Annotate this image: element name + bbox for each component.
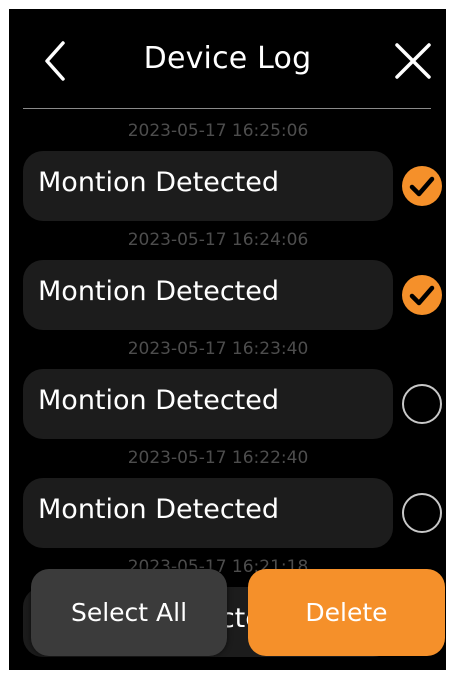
log-event-card[interactable]: Montion Detected: [23, 151, 393, 221]
close-icon: [395, 43, 431, 79]
log-entry: 2023-05-17 16:24:06 Montion Detected: [9, 228, 446, 337]
log-event-label: Montion Detected: [38, 494, 280, 525]
select-checkbox-checked[interactable]: [402, 275, 442, 315]
log-entry: 2023-05-17 16:22:40 Montion Detected: [9, 446, 446, 555]
checkmark-icon: [409, 285, 435, 306]
delete-button[interactable]: Delete: [248, 569, 445, 656]
log-event-label: Montion Detected: [38, 385, 280, 416]
log-event-card[interactable]: Montion Detected: [23, 260, 393, 330]
page-title: Device Log: [143, 41, 312, 76]
select-all-button[interactable]: Select All: [31, 569, 227, 656]
header: Device Log: [9, 9, 446, 109]
log-timestamp: 2023-05-17 16:22:40: [127, 448, 309, 468]
select-checkbox[interactable]: [402, 493, 442, 533]
log-entry: 2023-05-17 16:23:40 Montion Detected: [9, 337, 446, 446]
header-divider: [23, 108, 431, 109]
log-timestamp: 2023-05-17 16:23:40: [127, 339, 309, 359]
log-event-label: Montion Detected: [38, 167, 280, 198]
log-event-card[interactable]: Montion Detected: [23, 369, 393, 439]
log-timestamp: 2023-05-17 16:24:06: [127, 230, 309, 250]
log-timestamp: 2023-05-17 16:25:06: [127, 121, 309, 141]
log-entry: 2023-05-17 16:25:06 Montion Detected: [9, 119, 446, 228]
action-bar: Select All Delete: [9, 569, 446, 670]
select-checkbox-checked[interactable]: [402, 166, 442, 206]
device-log-screen: Device Log 2023-05-17 16:25:06 Montion D…: [9, 9, 446, 670]
checkmark-icon: [409, 176, 435, 197]
select-checkbox[interactable]: [402, 384, 442, 424]
log-event-card[interactable]: Montion Detected: [23, 478, 393, 548]
close-button[interactable]: [393, 41, 433, 81]
log-event-label: Montion Detected: [38, 276, 280, 307]
